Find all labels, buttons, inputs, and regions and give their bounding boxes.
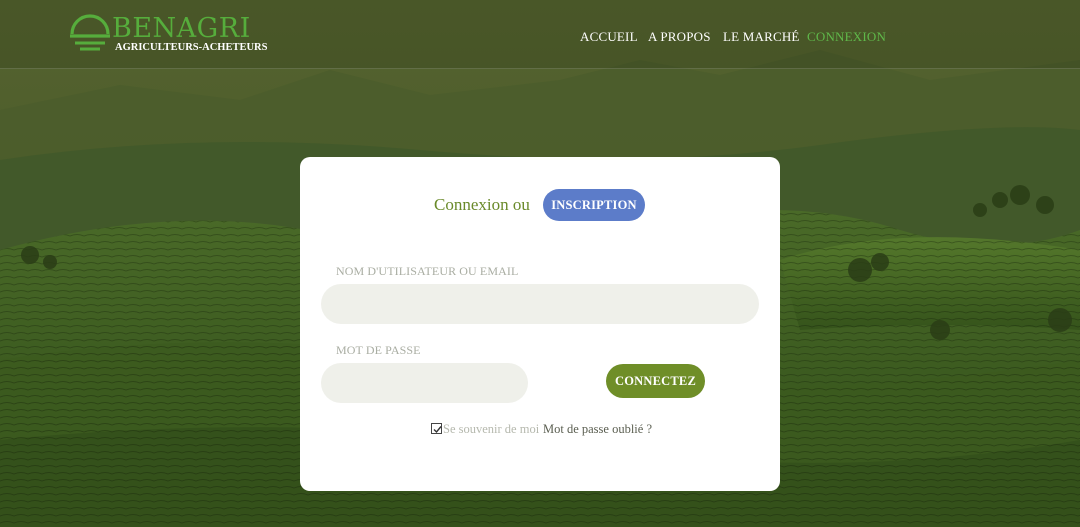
password-label: MOT DE PASSE	[336, 343, 421, 357]
login-card: Connexion ou INSCRIPTION NOM D'UTILISATE…	[300, 157, 780, 491]
nav-item-connexion[interactable]: CONNEXION	[807, 29, 886, 45]
brand-tagline: AGRICULTEURS-ACHETEURS	[115, 42, 268, 53]
remember-checkbox[interactable]	[431, 423, 442, 434]
nav-item-accueil[interactable]: ACCUEIL	[580, 29, 638, 45]
brand-name: BENAGRI	[112, 13, 251, 44]
signup-button[interactable]: INSCRIPTION	[543, 189, 645, 221]
login-title: Connexion ou	[434, 195, 530, 214]
password-input[interactable]	[321, 363, 528, 403]
nav-item-le-marche[interactable]: LE MARCHÉ	[723, 29, 800, 45]
sun-horizon-logo-icon	[70, 14, 110, 51]
connect-button[interactable]: CONNECTEZ	[606, 364, 705, 398]
checkmark-icon	[433, 426, 442, 434]
forgot-password-link[interactable]: Mot de passe oublié ?	[543, 422, 652, 437]
brand-logo[interactable]: BENAGRI AGRICULTEURS-ACHETEURS	[68, 12, 268, 58]
site-header: BENAGRI AGRICULTEURS-ACHETEURS ACCUEIL A…	[0, 0, 1080, 69]
nav-item-a-propos[interactable]: A PROPOS	[648, 29, 711, 45]
remember-label: Se souvenir de moi	[443, 422, 540, 436]
username-input[interactable]	[321, 284, 759, 324]
username-label: NOM D'UTILISATEUR OU EMAIL	[336, 264, 519, 278]
